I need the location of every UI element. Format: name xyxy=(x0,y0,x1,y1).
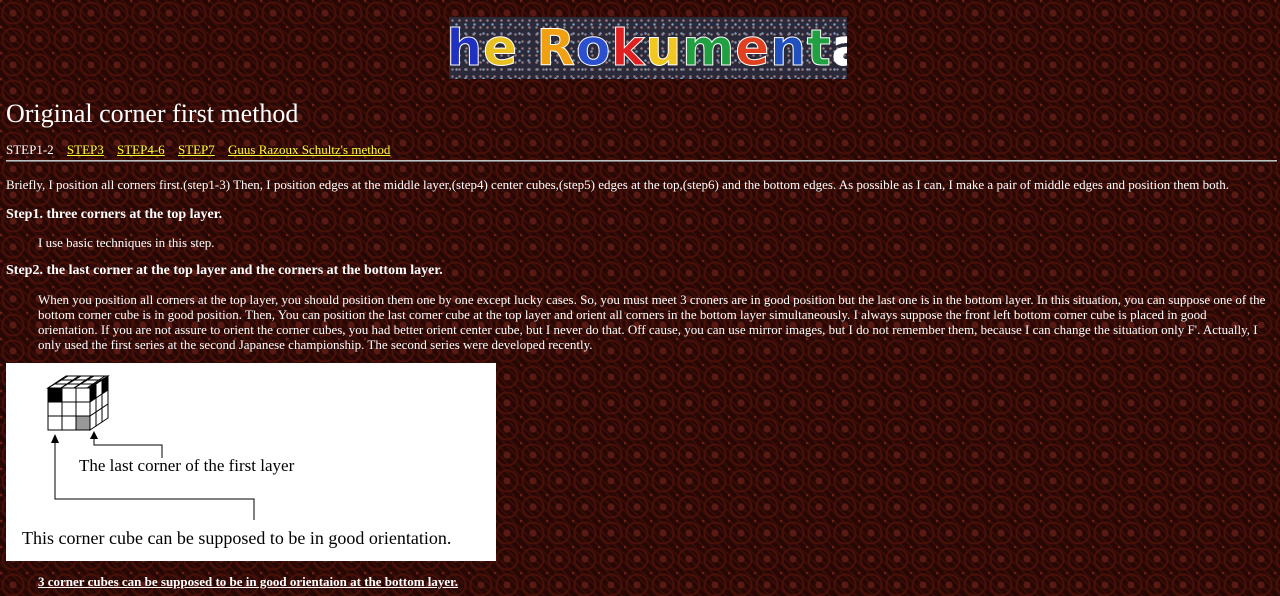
label-last-corner: The last corner of the first layer xyxy=(79,456,295,475)
logo-letter: o xyxy=(575,19,612,77)
logo-letter: R xyxy=(536,19,576,77)
intro-paragraph: Briefly, I position all corners first.(s… xyxy=(6,177,1229,192)
nav-link-guus-method[interactable]: Guus Razoux Schultz's method xyxy=(228,142,390,157)
logo-letter: e xyxy=(735,19,771,77)
nav-current-step: STEP1-2 xyxy=(6,142,54,157)
label-good-orientation: This corner cube can be supposed to be i… xyxy=(22,528,451,548)
nav-link-step3[interactable]: STEP3 xyxy=(67,142,104,157)
logo-letter: m xyxy=(682,19,736,77)
step2-heading: Step2. the last corner at the top layer … xyxy=(6,263,443,278)
logo-letter xyxy=(518,19,536,77)
logo-letter: e xyxy=(483,19,519,77)
logo-letter: h xyxy=(449,19,484,77)
logo-text: The Rokumentai xyxy=(449,23,847,74)
divider xyxy=(6,160,1277,162)
nav-link-step4-6[interactable]: STEP4-6 xyxy=(117,142,165,157)
nav-link-step7[interactable]: STEP7 xyxy=(178,142,215,157)
corner-diagram: The last corner of the first layer This … xyxy=(6,363,496,561)
cube-diagram-svg: The last corner of the first layer This … xyxy=(22,375,451,548)
site-logo[interactable]: The Rokumentai xyxy=(449,17,847,79)
step2-text: When you position all corners at the top… xyxy=(38,292,1266,352)
logo-letter: n xyxy=(770,19,807,77)
step-navigation: STEP1-2 STEP3 STEP4-6 STEP7 Guus Razoux … xyxy=(6,142,400,158)
logo-letter: t xyxy=(806,19,832,77)
corner-cubes-link[interactable]: 3 corner cubes can be supposed to be in … xyxy=(38,574,458,589)
logo-letter: u xyxy=(645,19,683,77)
logo-letter: a xyxy=(831,19,847,77)
page-title: Original corner first method xyxy=(6,99,299,128)
step1-text: I use basic techniques in this step. xyxy=(38,235,215,250)
step1-heading: Step1. three corners at the top layer. xyxy=(6,207,223,222)
logo-letter: k xyxy=(611,19,646,77)
